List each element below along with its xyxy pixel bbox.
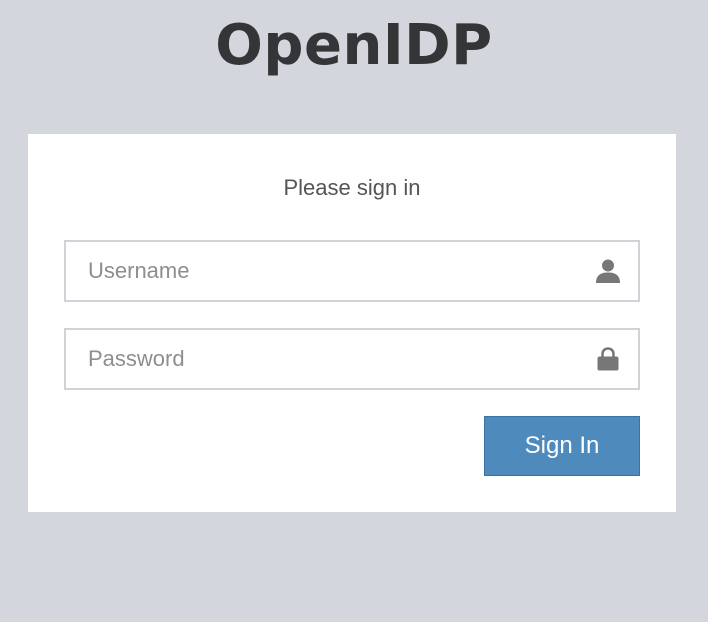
- login-card: Please sign in Sign In: [28, 134, 676, 512]
- signin-heading: Please sign in: [283, 175, 421, 200]
- user-icon: [594, 257, 622, 285]
- username-field[interactable]: [64, 240, 640, 302]
- username-input[interactable]: [66, 242, 638, 300]
- app-title: OpenIDP: [215, 13, 493, 78]
- sign-in-button[interactable]: Sign In: [484, 416, 640, 476]
- password-field[interactable]: [64, 328, 640, 390]
- lock-icon: [594, 345, 622, 373]
- password-input[interactable]: [66, 330, 638, 388]
